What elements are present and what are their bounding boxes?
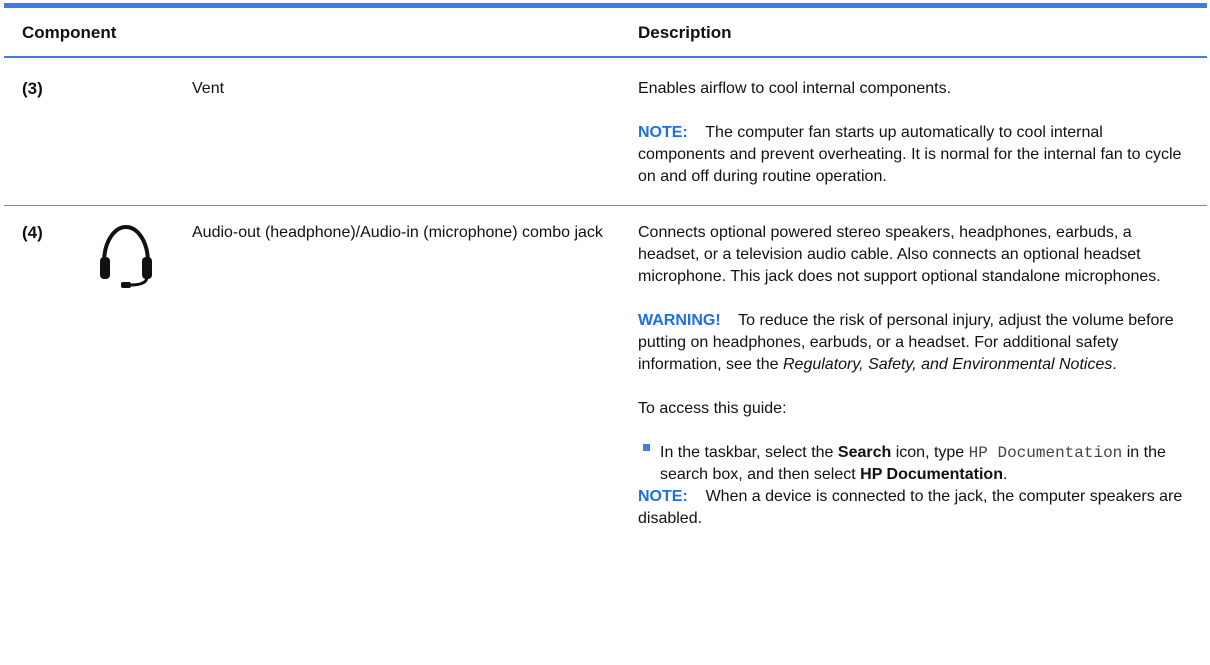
note-label: NOTE: [638,124,688,141]
bullet-end: . [1002,466,1008,483]
warning: WARNING! To reduce the risk of personal … [638,310,1188,376]
access-text: To access this guide: [638,400,787,417]
component-name: Vent [192,80,225,97]
row-number: (4) [22,223,43,242]
code-text: HP Documentation [968,444,1123,462]
document-page: Component Description (3) Vent Enables a… [0,0,1210,665]
search-term: Search [837,444,892,461]
column-header-component: Component [22,23,117,42]
header-rule [4,56,1207,58]
note: NOTE: The computer fan starts up automat… [638,122,1188,188]
description-text: Enables airflow to cool internal compone… [638,80,952,97]
bullet-text: In the taskbar, select the [660,444,834,461]
note-text: When a device is connected to the jack, … [638,488,1183,527]
bullet-text: icon, type [895,444,965,461]
warning-label: WARNING! [638,312,721,329]
component-description: Connects optional powered stereo speaker… [638,222,1188,530]
note: NOTE: When a device is connected to the … [638,486,1188,530]
note-text: The computer fan starts up automatically… [638,124,1182,185]
component-description: Enables airflow to cool internal compone… [638,78,1188,188]
component-name: Audio-out (headphone)/Audio-in (micropho… [192,224,603,241]
row-divider [4,205,1207,206]
headphone-icon [100,224,152,288]
column-header-description: Description [638,23,732,42]
description-text: Connects optional powered stereo speaker… [638,224,1161,285]
guide-title: Regulatory, Safety, and Environmental No… [782,356,1113,373]
table-header: Component Description [4,8,1207,56]
documentation-term: HP Documentation [860,466,1003,483]
row-number: (3) [22,79,43,98]
warning-end: . [1112,356,1117,373]
bullet-item: In the taskbar, select the Search icon, … [638,442,1188,486]
note-label: NOTE: [638,488,688,505]
bullet-marker [643,444,650,451]
